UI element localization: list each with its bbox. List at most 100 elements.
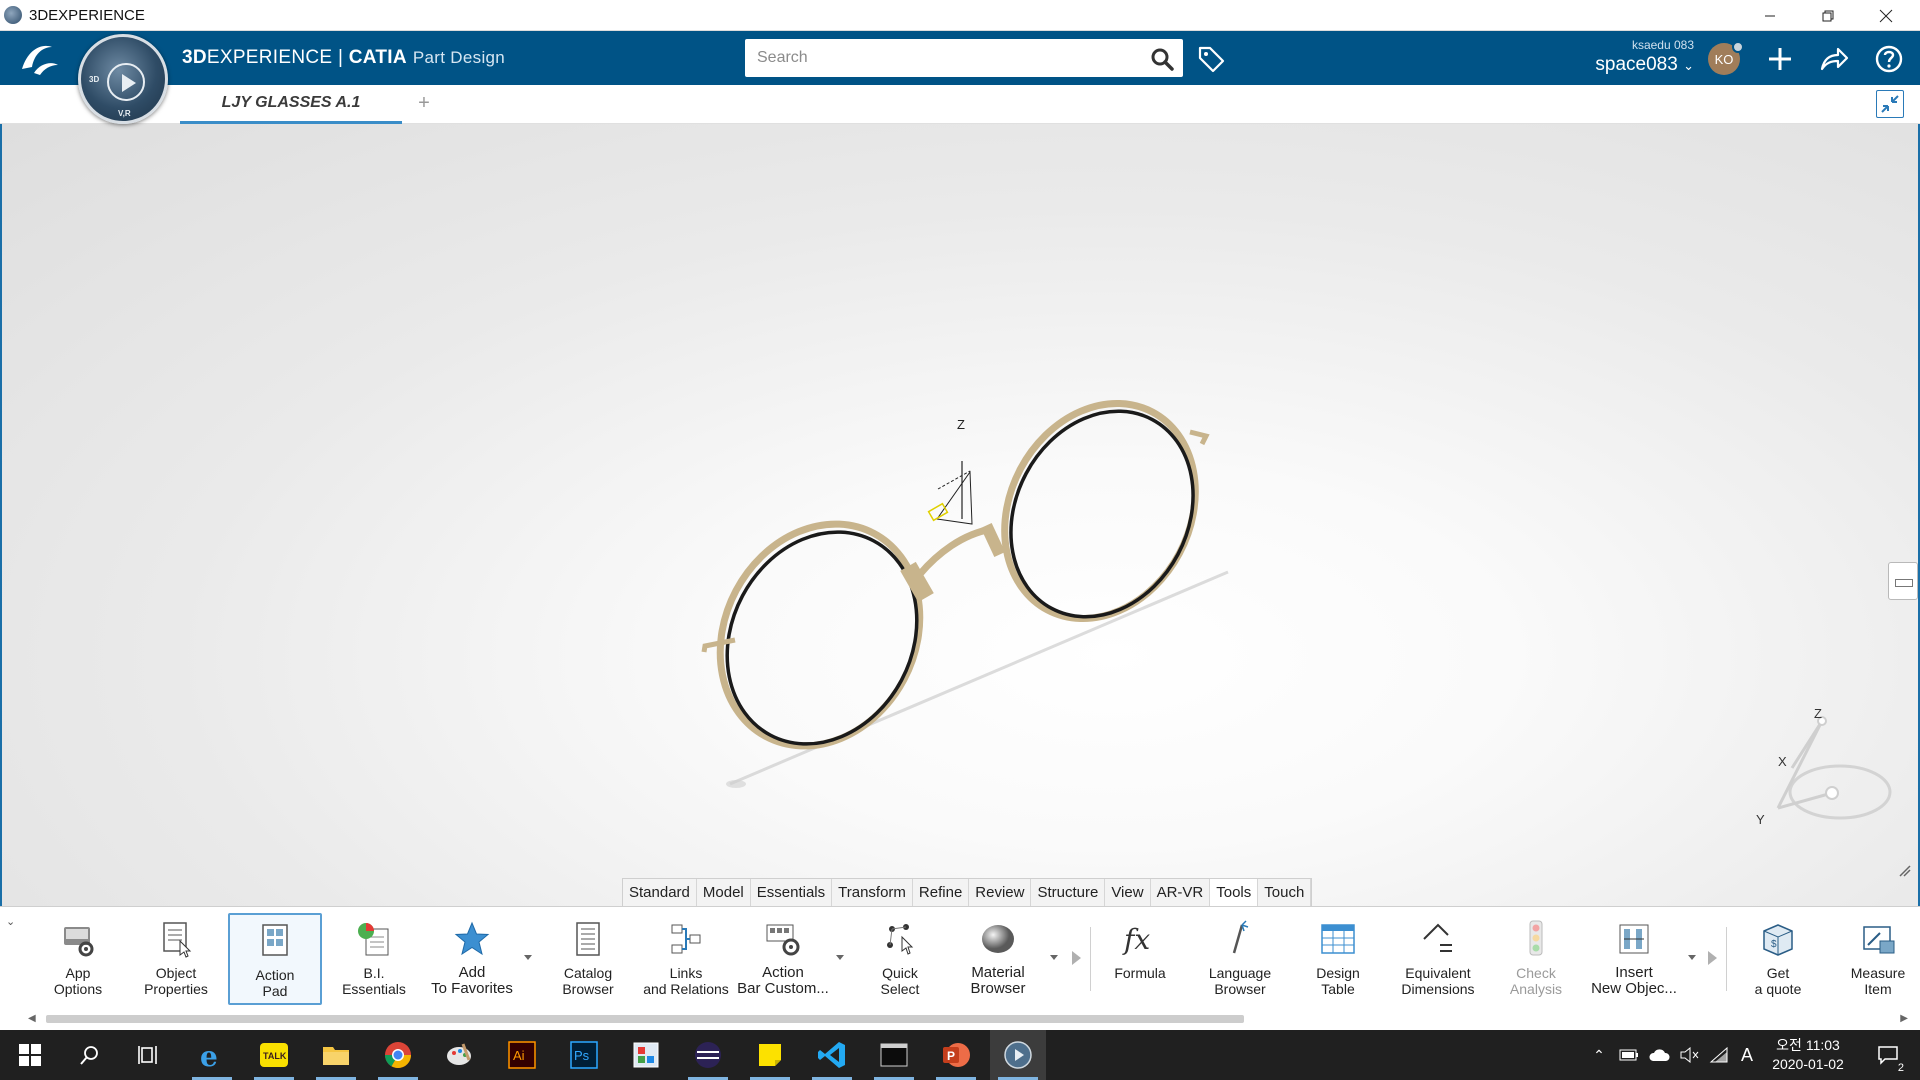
taskbar-chrome[interactable] <box>370 1030 426 1080</box>
taskbar-3dexperience[interactable] <box>990 1030 1046 1080</box>
tab-transform[interactable]: Transform <box>832 879 913 906</box>
share-icon[interactable] <box>1818 43 1850 75</box>
catalog-browser-button[interactable]: Catalog Browser <box>550 913 626 1005</box>
quick-select-label1: Quick <box>882 965 918 981</box>
add-to-favorites-button[interactable]: Add To Favorites <box>424 913 520 1005</box>
action-bar-customize-button[interactable]: Action Bar Custom... <box>736 913 830 1005</box>
restore-icon <box>1822 10 1834 21</box>
tab-model[interactable]: Model <box>697 879 751 906</box>
model-canvas[interactable]: Z Z X Y <box>2 124 1918 906</box>
taskbar-terminal[interactable] <box>866 1030 922 1080</box>
start-button[interactable] <box>2 1030 58 1080</box>
formula-button[interactable]: fx Formula <box>1102 913 1178 1005</box>
collapse-icon[interactable]: ⌄ <box>6 915 20 929</box>
more-tools-arrow2-icon[interactable] <box>1708 951 1717 965</box>
taskbar-eclipse[interactable] <box>680 1030 736 1080</box>
check-analysis-button[interactable]: Check Analysis <box>1496 913 1576 1005</box>
play-icon[interactable] <box>107 63 145 101</box>
tray-overflow-icon[interactable]: ⌃ <box>1584 1030 1614 1080</box>
space-name[interactable]: space083 ⌄ <box>1584 54 1694 76</box>
wifi-icon[interactable] <box>1704 1030 1734 1080</box>
get-quote-button[interactable]: $ Get a quote <box>1740 913 1816 1005</box>
scroll-left-icon[interactable]: ◀ <box>28 1013 36 1024</box>
tab-touch[interactable]: Touch <box>1258 879 1312 906</box>
object-properties-button[interactable]: Object Properties <box>138 913 214 1005</box>
tab-ar-vr[interactable]: AR-VR <box>1151 879 1211 906</box>
equivalent-dimensions-button[interactable]: Equivalent Dimensions <box>1392 913 1484 1005</box>
tab-review[interactable]: Review <box>969 879 1032 906</box>
3d-compass[interactable]: 3D V,R <box>78 34 168 124</box>
measure-item-button[interactable]: Measure Item <box>1840 913 1916 1005</box>
tag-icon[interactable] <box>1196 44 1226 74</box>
tab-view[interactable]: View <box>1105 879 1151 906</box>
taskbar-ie[interactable]: e <box>184 1030 240 1080</box>
help-icon[interactable] <box>1873 43 1905 75</box>
language-browser-button[interactable]: Language Browser <box>1190 913 1290 1005</box>
search-icon[interactable] <box>1149 46 1175 72</box>
insert-dropdown-icon[interactable] <box>1688 955 1696 960</box>
onedrive-icon[interactable] <box>1644 1030 1674 1080</box>
quick-select-icon <box>887 924 914 955</box>
customize-dropdown-icon[interactable] <box>836 955 844 960</box>
taskbar-file-explorer[interactable] <box>308 1030 364 1080</box>
more-tools-arrow-icon[interactable] <box>1072 951 1081 965</box>
fullscreen-button[interactable] <box>1876 90 1904 118</box>
ime-indicator[interactable]: A <box>1734 1030 1760 1080</box>
scroll-right-icon[interactable]: ▶ <box>1900 1013 1908 1024</box>
add-tab-button[interactable]: + <box>412 91 436 115</box>
search-taskbar-button[interactable] <box>62 1030 118 1080</box>
avatar[interactable]: KO <box>1708 41 1744 75</box>
dassault-logo-icon[interactable] <box>18 39 62 79</box>
tab-standard[interactable]: Standard <box>623 879 697 906</box>
sticky-notes-icon <box>759 1044 781 1066</box>
clock-time: 오전 11:03 <box>1776 1037 1840 1053</box>
toolbar-scrollbar[interactable]: ◀ ▶ <box>28 1013 1908 1025</box>
search-input[interactable] <box>745 39 1135 77</box>
get-quote-label2: a quote <box>1754 981 1802 997</box>
bi-essentials-button[interactable]: B.I. Essentials <box>336 913 412 1005</box>
favorites-dropdown-icon[interactable] <box>524 955 532 960</box>
design-table-button[interactable]: Design Table <box>1300 913 1376 1005</box>
catalog-browser-label2: Browser <box>562 981 614 997</box>
plus-icon[interactable] <box>1764 43 1796 75</box>
scrollbar-thumb[interactable] <box>46 1015 1244 1023</box>
search-box[interactable] <box>745 39 1183 77</box>
tab-tools[interactable]: Tools <box>1210 879 1259 906</box>
taskbar-kakaotalk[interactable]: TALK <box>246 1030 302 1080</box>
quick-select-button[interactable]: Quick Select <box>862 913 938 1005</box>
battery-icon[interactable] <box>1614 1030 1644 1080</box>
close-button[interactable] <box>1858 0 1914 31</box>
insert-new-object-button[interactable]: Insert New Objec... <box>1584 913 1684 1005</box>
object-properties-label1: Object <box>155 965 197 981</box>
tab-essentials[interactable]: Essentials <box>751 879 833 906</box>
app-options-button[interactable]: App Options <box>40 913 116 1005</box>
triad-axis-z: Z <box>1814 706 1822 721</box>
tab-refine[interactable]: Refine <box>913 879 970 906</box>
check-analysis-label1: Check <box>1516 965 1556 981</box>
add-favorites-label1: Add <box>458 964 486 981</box>
taskbar-vscode[interactable] <box>804 1030 860 1080</box>
restore-button[interactable] <box>1800 0 1856 31</box>
minimize-button[interactable] <box>1742 0 1798 31</box>
taskbar-snipping[interactable] <box>618 1030 674 1080</box>
taskbar-illustrator[interactable]: Ai <box>494 1030 550 1080</box>
equivalent-dimensions-label1: Equivalent <box>1405 965 1471 981</box>
side-panel-handle[interactable] <box>1888 562 1918 600</box>
material-browser-button[interactable]: Material Browser <box>950 913 1046 1005</box>
action-pad-button[interactable]: Action Pad <box>228 913 322 1005</box>
task-view-button[interactable] <box>122 1030 178 1080</box>
tab-ljy-glasses[interactable]: LJY GLASSES A.1 <box>180 85 402 124</box>
taskbar-photoshop[interactable]: Ps <box>556 1030 612 1080</box>
volume-muted-icon[interactable] <box>1674 1030 1704 1080</box>
taskbar-sticky-notes[interactable] <box>742 1030 798 1080</box>
window-title: 3DEXPERIENCE <box>29 7 145 24</box>
3d-viewport[interactable]: Z Z X Y <box>0 124 1920 906</box>
taskbar-paint[interactable] <box>432 1030 488 1080</box>
notification-center-button[interactable]: 2 <box>1866 1030 1910 1080</box>
tab-structure[interactable]: Structure <box>1031 879 1106 906</box>
user-menu[interactable]: ksaedu 083 space083 ⌄ <box>1584 36 1694 80</box>
taskbar-clock[interactable]: 오전 11:03 2020-01-02 <box>1760 1036 1856 1074</box>
taskbar-powerpoint[interactable]: P <box>928 1030 984 1080</box>
material-dropdown-icon[interactable] <box>1050 955 1058 960</box>
links-relations-button[interactable]: Links and Relations <box>640 913 732 1005</box>
